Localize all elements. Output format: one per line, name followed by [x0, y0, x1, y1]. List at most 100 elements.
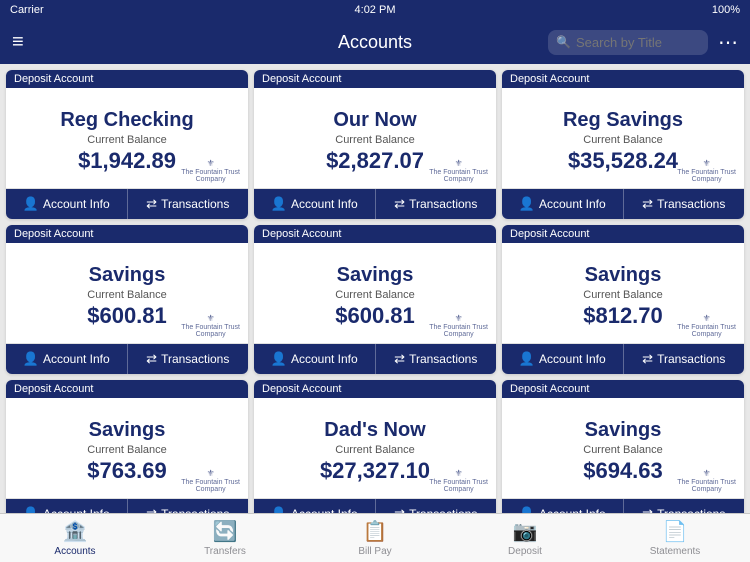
tab-label-statements: Statements	[650, 546, 701, 557]
bank-logo: ⚜ The Fountain Trust Company	[181, 469, 240, 494]
transactions-button[interactable]: ⇄ Transactions	[624, 344, 745, 374]
nav-title: Accounts	[338, 32, 412, 53]
account-info-button[interactable]: 👤 Account Info	[254, 499, 376, 513]
balance-label: Current Balance	[583, 444, 663, 456]
account-card: Deposit Account Reg Savings Current Bala…	[502, 70, 744, 219]
transactions-button[interactable]: ⇄ Transactions	[128, 499, 249, 513]
transactions-label: Transactions	[409, 197, 477, 211]
transactions-button[interactable]: ⇄ Transactions	[128, 344, 249, 374]
account-info-icon: 👤	[519, 506, 535, 513]
tab-label-deposit: Deposit	[508, 546, 542, 557]
account-type-badge: Deposit Account	[6, 70, 248, 88]
account-card: Deposit Account Dad's Now Current Balanc…	[254, 380, 496, 513]
account-type-badge: Deposit Account	[6, 380, 248, 398]
tab-icon-statements: 📄	[663, 519, 688, 544]
card-body: Reg Checking Current Balance $1,942.89 ⚜…	[6, 88, 248, 188]
card-actions: 👤 Account Info ⇄ Transactions	[254, 343, 496, 374]
transactions-icon: ⇄	[394, 351, 405, 367]
transactions-button[interactable]: ⇄ Transactions	[376, 189, 497, 219]
transactions-icon: ⇄	[394, 196, 405, 212]
balance-amount: $27,327.10	[320, 458, 430, 484]
card-actions: 👤 Account Info ⇄ Transactions	[6, 188, 248, 219]
balance-label: Current Balance	[583, 289, 663, 301]
balance-label: Current Balance	[335, 289, 415, 301]
account-card: Deposit Account Reg Checking Current Bal…	[6, 70, 248, 219]
card-actions: 👤 Account Info ⇄ Transactions	[6, 343, 248, 374]
account-name: Reg Checking	[60, 109, 193, 132]
transactions-icon: ⇄	[146, 196, 157, 212]
account-type-badge: Deposit Account	[502, 225, 744, 243]
status-bar: Carrier 4:02 PM 100%	[0, 0, 750, 20]
transactions-label: Transactions	[161, 352, 229, 366]
transactions-button[interactable]: ⇄ Transactions	[128, 189, 249, 219]
account-type-badge: Deposit Account	[254, 380, 496, 398]
tab-bill-pay[interactable]: 📋 Bill Pay	[300, 515, 450, 561]
account-info-button[interactable]: 👤 Account Info	[254, 189, 376, 219]
transactions-label: Transactions	[657, 352, 725, 366]
account-info-button[interactable]: 👤 Account Info	[6, 499, 128, 513]
transactions-button[interactable]: ⇄ Transactions	[624, 499, 745, 513]
account-info-button[interactable]: 👤 Account Info	[502, 344, 624, 374]
account-info-button[interactable]: 👤 Account Info	[6, 189, 128, 219]
account-info-icon: 👤	[271, 196, 287, 212]
account-card: Deposit Account Savings Current Balance …	[502, 380, 744, 513]
balance-label: Current Balance	[87, 134, 167, 146]
nav-bar: ≡ Accounts 🔍 ⋯	[0, 20, 750, 64]
account-info-icon: 👤	[23, 351, 39, 367]
account-name: Savings	[89, 264, 166, 287]
tab-label-transfers: Transfers	[204, 546, 246, 557]
more-button[interactable]: ⋯	[718, 30, 738, 55]
account-info-button[interactable]: 👤 Account Info	[6, 344, 128, 374]
accounts-scroll-area: Deposit Account Reg Checking Current Bal…	[0, 64, 750, 513]
bank-logo: ⚜ The Fountain Trust Company	[429, 469, 488, 494]
transactions-button[interactable]: ⇄ Transactions	[624, 189, 745, 219]
transactions-icon: ⇄	[642, 196, 653, 212]
tab-bar: 🏦 Accounts 🔄 Transfers 📋 Bill Pay 📷 Depo…	[0, 513, 750, 562]
transactions-icon: ⇄	[642, 351, 653, 367]
account-type-badge: Deposit Account	[6, 225, 248, 243]
menu-button[interactable]: ≡	[12, 31, 24, 54]
card-body: Savings Current Balance $600.81 ⚜ The Fo…	[254, 243, 496, 343]
account-info-button[interactable]: 👤 Account Info	[254, 344, 376, 374]
account-info-icon: 👤	[23, 196, 39, 212]
balance-amount: $35,528.24	[568, 148, 678, 174]
transactions-button[interactable]: ⇄ Transactions	[376, 344, 497, 374]
card-actions: 👤 Account Info ⇄ Transactions	[6, 498, 248, 513]
account-name: Dad's Now	[324, 419, 425, 442]
card-body: Dad's Now Current Balance $27,327.10 ⚜ T…	[254, 398, 496, 498]
account-name: Savings	[337, 264, 414, 287]
time-label: 4:02 PM	[355, 4, 396, 16]
tab-deposit[interactable]: 📷 Deposit	[450, 515, 600, 561]
balance-amount: $1,942.89	[78, 148, 176, 174]
account-name: Savings	[585, 419, 662, 442]
account-info-icon: 👤	[23, 506, 39, 513]
card-actions: 👤 Account Info ⇄ Transactions	[502, 498, 744, 513]
balance-label: Current Balance	[335, 444, 415, 456]
balance-amount: $2,827.07	[326, 148, 424, 174]
account-info-label: Account Info	[291, 197, 358, 211]
account-info-button[interactable]: 👤 Account Info	[502, 499, 624, 513]
card-body: Savings Current Balance $694.63 ⚜ The Fo…	[502, 398, 744, 498]
tab-icon-bill pay: 📋	[363, 519, 388, 544]
account-info-label: Account Info	[291, 352, 358, 366]
bank-logo: ⚜ The Fountain Trust Company	[677, 469, 736, 494]
transactions-button[interactable]: ⇄ Transactions	[376, 499, 497, 513]
transactions-icon: ⇄	[394, 506, 405, 513]
account-info-label: Account Info	[43, 197, 110, 211]
card-body: Savings Current Balance $763.69 ⚜ The Fo…	[6, 398, 248, 498]
account-info-label: Account Info	[539, 352, 606, 366]
balance-amount: $812.70	[583, 303, 663, 329]
carrier-label: Carrier	[10, 4, 44, 16]
search-input[interactable]	[548, 30, 708, 55]
account-card: Deposit Account Savings Current Balance …	[502, 225, 744, 374]
balance-label: Current Balance	[87, 289, 167, 301]
battery-label: 100%	[712, 4, 740, 16]
account-info-icon: 👤	[519, 351, 535, 367]
account-info-button[interactable]: 👤 Account Info	[502, 189, 624, 219]
tab-accounts[interactable]: 🏦 Accounts	[0, 515, 150, 561]
tab-transfers[interactable]: 🔄 Transfers	[150, 515, 300, 561]
bank-logo: ⚜ The Fountain Trust Company	[677, 314, 736, 339]
tab-statements[interactable]: 📄 Statements	[600, 515, 750, 561]
bank-logo: ⚜ The Fountain Trust Company	[429, 314, 488, 339]
account-name: Savings	[585, 264, 662, 287]
